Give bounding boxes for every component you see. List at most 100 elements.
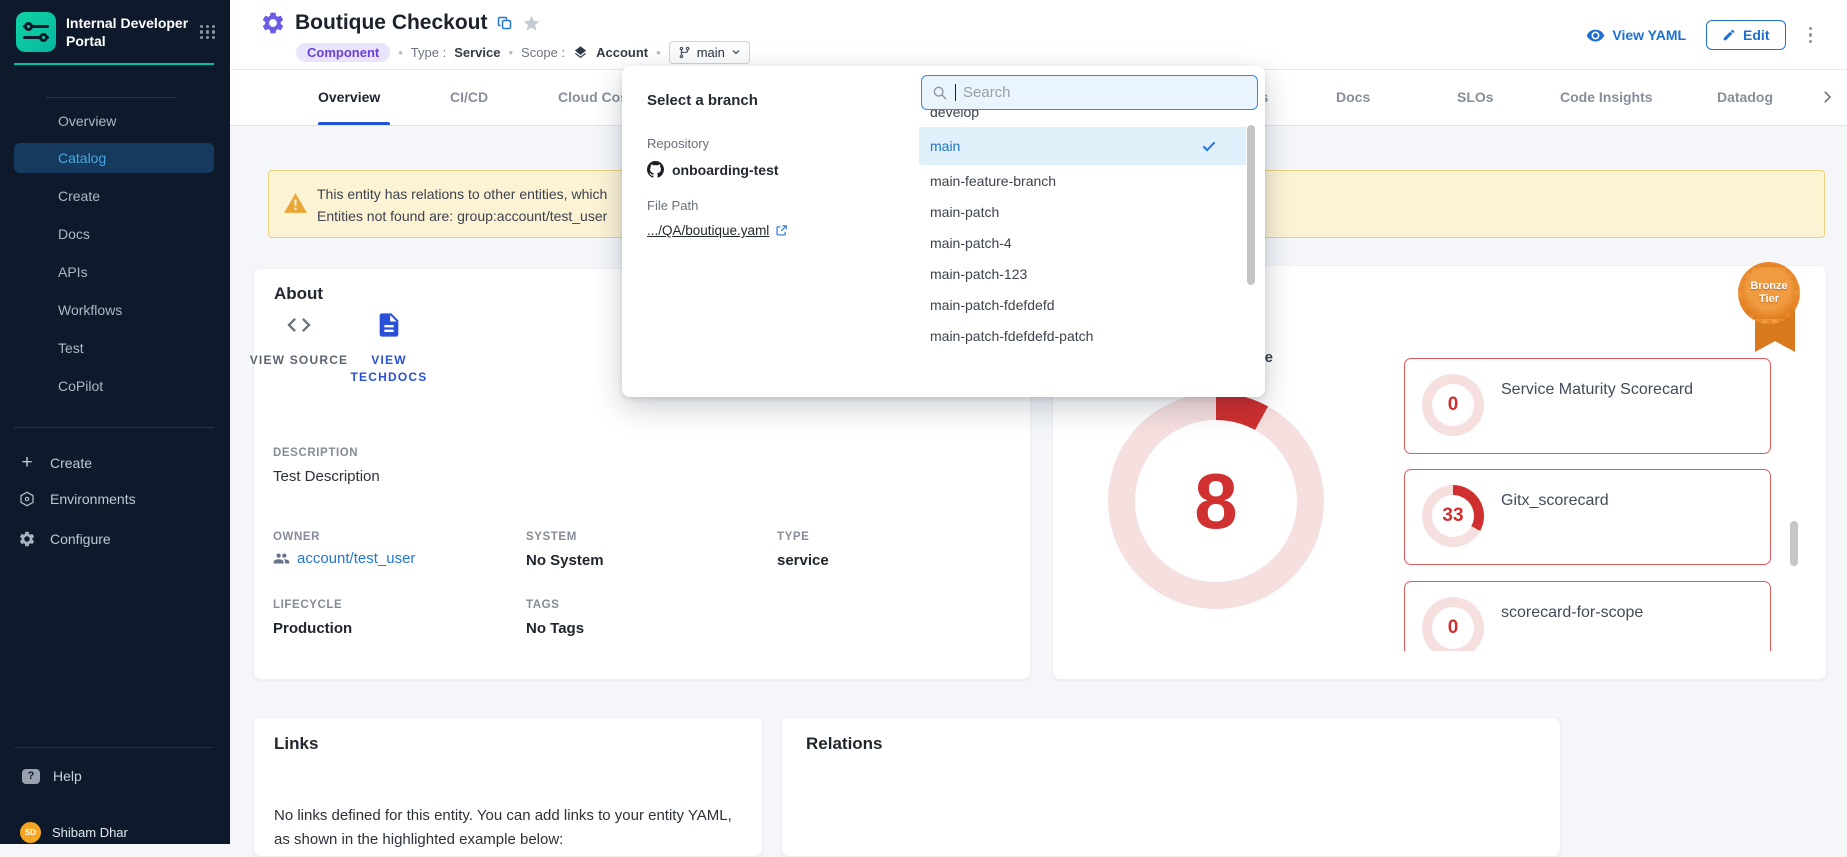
- type-field-label: TYPE: [777, 531, 829, 543]
- user-menu[interactable]: SD Shibam Dhar: [20, 822, 128, 843]
- tab-slos[interactable]: SLOs: [1457, 70, 1494, 125]
- help-icon: ?: [22, 769, 40, 784]
- warning-text: This entity has relations to other entit…: [317, 183, 607, 227]
- sidebar-action-create[interactable]: + Create: [18, 452, 218, 474]
- scorecard-name: Gitx_scorecard: [1501, 492, 1609, 510]
- relations-title: Relations: [806, 734, 883, 754]
- tab-code-insights[interactable]: Code Insights: [1560, 70, 1653, 125]
- branch-option-main-patch-fdefdefd-patch[interactable]: main-patch-fdefdefd-patch: [919, 320, 1246, 351]
- more-options-icon[interactable]: [1806, 24, 1816, 47]
- app-logo-icon: [16, 12, 56, 52]
- branch-option-main-patch[interactable]: main-patch: [919, 196, 1246, 227]
- file-path-label: File Path: [647, 198, 698, 213]
- scorecard-list: 0 Service Maturity Scorecard 33 Gitx_sco…: [1404, 353, 1796, 651]
- sidebar-item-create[interactable]: Create: [14, 181, 214, 211]
- repository-label: Repository: [647, 136, 709, 151]
- branch-option-main-patch-123[interactable]: main-patch-123: [919, 258, 1246, 289]
- people-icon: [273, 550, 290, 567]
- search-icon: [932, 85, 948, 101]
- links-card: Links No links defined for this entity. …: [253, 717, 763, 857]
- copy-icon[interactable]: [497, 15, 513, 31]
- star-icon[interactable]: [522, 14, 541, 33]
- sidebar: Internal Developer Portal Overview Catal…: [0, 0, 230, 844]
- tabs-overflow-chevron-icon[interactable]: [1818, 88, 1836, 111]
- scorecard-card-gitx[interactable]: 33 Gitx_scorecard: [1404, 469, 1771, 565]
- app-title: Internal Developer Portal: [66, 14, 190, 50]
- help-button[interactable]: ? Help: [22, 768, 82, 784]
- edit-button[interactable]: Edit: [1706, 20, 1785, 50]
- bronze-tier-badge: Bronze Tier: [1735, 248, 1815, 356]
- type-value: Service: [454, 45, 500, 60]
- branch-search-input[interactable]: [963, 84, 1213, 101]
- account-scope-icon: [573, 45, 588, 60]
- description-label: DESCRIPTION: [273, 447, 380, 459]
- sidebar-action-environments[interactable]: Environments: [18, 490, 218, 508]
- branch-option-main[interactable]: main: [919, 127, 1246, 165]
- code-icon: [285, 311, 313, 339]
- badge-medal-icon: Bronze Tier: [1738, 262, 1800, 324]
- github-icon: [647, 161, 664, 178]
- entity-gear-icon: [260, 10, 286, 36]
- environments-icon: [18, 490, 36, 508]
- file-path-link[interactable]: .../QA/boutique.yaml: [647, 223, 788, 238]
- warning-icon: [283, 191, 308, 221]
- scorecard-card-service-maturity[interactable]: 0 Service Maturity Scorecard: [1404, 358, 1771, 454]
- sidebar-item-apis[interactable]: APIs: [14, 257, 214, 287]
- sidebar-divider: [14, 427, 214, 428]
- page-title: Boutique Checkout: [295, 11, 488, 35]
- description-value: Test Description: [273, 468, 380, 485]
- sidebar-item-catalog[interactable]: Catalog: [14, 143, 214, 173]
- scorecard-card-for-scope[interactable]: 0 scorecard-for-scope: [1404, 581, 1771, 651]
- sidebar-action-configure[interactable]: Configure: [18, 530, 218, 548]
- system-label: SYSTEM: [526, 531, 604, 543]
- text-cursor: [955, 84, 956, 101]
- links-empty-text: No links defined for this entity. You ca…: [274, 804, 746, 852]
- sidebar-item-copilot[interactable]: CoPilot: [14, 371, 214, 401]
- view-yaml-button[interactable]: View YAML: [1586, 26, 1686, 45]
- active-tab-underline: [318, 122, 390, 125]
- branch-option-main-patch-fdefdefd[interactable]: main-patch-fdefdefd: [919, 289, 1246, 320]
- owner-label: OWNER: [273, 531, 415, 543]
- sidebar-divider: [46, 97, 176, 98]
- sidebar-item-overview[interactable]: Overview: [14, 106, 214, 136]
- view-techdocs-button[interactable]: VIEW TECHDOCS: [334, 311, 444, 386]
- about-title: About: [274, 284, 323, 304]
- sidebar-item-test[interactable]: Test: [14, 333, 214, 363]
- branch-select-popup: Select a branch Repository onboarding-te…: [622, 66, 1265, 397]
- type-label: Type :: [411, 45, 446, 60]
- tags-value: No Tags: [526, 620, 584, 637]
- tab-overview[interactable]: Overview: [318, 70, 380, 125]
- tags-label: TAGS: [526, 599, 584, 611]
- branch-list-scrollbar[interactable]: [1247, 125, 1255, 285]
- overall-score-value: 8: [1194, 456, 1237, 547]
- branch-option-main-patch-4[interactable]: main-patch-4: [919, 227, 1246, 258]
- sidebar-accent-divider: [14, 63, 214, 65]
- pencil-icon: [1722, 28, 1736, 42]
- branch-option-main-feature-branch[interactable]: main-feature-branch: [919, 165, 1246, 196]
- branch-selector[interactable]: main: [669, 41, 750, 64]
- eye-icon: [1586, 26, 1605, 45]
- sidebar-item-workflows[interactable]: Workflows: [14, 295, 214, 325]
- gear-icon: [18, 530, 36, 548]
- branch-search: [921, 75, 1258, 110]
- page-header: Boutique Checkout Component • Type : Ser…: [230, 0, 1847, 70]
- git-branch-icon: [678, 46, 691, 59]
- lifecycle-value: Production: [273, 620, 352, 637]
- scorecard-donut: 33: [1422, 485, 1484, 547]
- tab-cicd[interactable]: CI/CD: [450, 70, 488, 125]
- sidebar-item-docs[interactable]: Docs: [14, 219, 214, 249]
- chevron-down-icon: [731, 47, 741, 57]
- overall-score-donut: 8: [1108, 393, 1324, 609]
- avatar: SD: [20, 822, 41, 843]
- entity-kind-badge: Component: [296, 43, 390, 62]
- external-link-icon: [775, 224, 788, 237]
- check-icon: [1200, 137, 1218, 155]
- repository-value: onboarding-test: [647, 161, 779, 178]
- scorecards-scrollbar[interactable]: [1790, 521, 1798, 566]
- tab-docs[interactable]: Docs: [1336, 70, 1370, 125]
- apps-grid-icon[interactable]: [200, 25, 216, 39]
- plus-icon: +: [18, 452, 36, 474]
- owner-link[interactable]: account/test_user: [273, 550, 415, 567]
- document-icon: [375, 311, 403, 339]
- tab-datadog[interactable]: Datadog: [1717, 70, 1773, 125]
